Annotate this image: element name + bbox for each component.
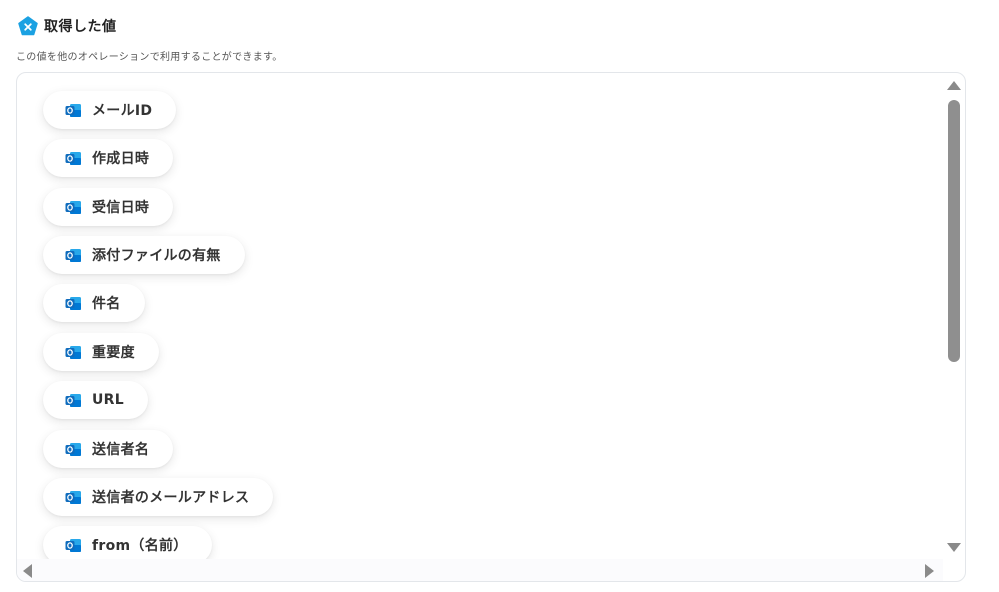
chip-label: 添付ファイルの有無 (92, 248, 221, 264)
output-chip-subject[interactable]: 件名 (43, 284, 145, 322)
outlook-icon (65, 490, 81, 504)
outlook-icon (65, 345, 81, 359)
output-header: 取得した値 (18, 14, 117, 38)
output-chip-mail-id[interactable]: メールID (43, 91, 177, 129)
vertical-scroll-thumb[interactable] (948, 100, 960, 362)
outlook-icon (65, 393, 81, 407)
outlook-icon (65, 151, 81, 165)
chip-label: 作成日時 (92, 151, 150, 167)
section-description: この値を他のオペレーションで利用することができます。 (16, 52, 283, 63)
output-chip-from-name[interactable]: from（名前） (43, 526, 212, 561)
output-chip-sender-name[interactable]: 送信者名 (43, 430, 174, 468)
scroll-right-arrow-icon[interactable] (925, 564, 934, 578)
chip-label: 件名 (92, 296, 121, 312)
section-title: 取得した値 (44, 19, 117, 35)
horizontal-scrollbar[interactable] (17, 559, 943, 581)
chip-label: from（名前） (92, 538, 188, 554)
outlook-icon (65, 103, 81, 117)
chip-label: URL (92, 392, 124, 408)
output-chip-created-at[interactable]: 作成日時 (43, 139, 174, 177)
output-chip-importance[interactable]: 重要度 (43, 333, 159, 371)
scroll-left-arrow-icon[interactable] (23, 564, 32, 578)
output-values-panel: メールID 作成日時 受信日時 添付ファイルの有無 件名 重要度 URL 送信者… (16, 72, 966, 582)
chip-label: 受信日時 (92, 200, 150, 216)
outlook-icon (65, 442, 81, 456)
outlook-icon (65, 296, 81, 310)
output-chip-sender-email[interactable]: 送信者のメールアドレス (43, 478, 274, 516)
chip-label: メールID (92, 103, 153, 119)
scroll-up-arrow-icon[interactable] (947, 81, 961, 90)
chip-label: 送信者のメールアドレス (92, 490, 250, 506)
vertical-scrollbar[interactable] (943, 73, 965, 561)
output-values-list[interactable]: メールID 作成日時 受信日時 添付ファイルの有無 件名 重要度 URL 送信者… (17, 73, 943, 561)
outlook-icon (65, 538, 81, 552)
scroll-down-arrow-icon[interactable] (947, 543, 961, 552)
chip-label: 送信者名 (92, 442, 150, 458)
yoom-pentagon-icon (18, 16, 38, 36)
chip-label: 重要度 (92, 345, 135, 361)
output-chip-has-attachments[interactable]: 添付ファイルの有無 (43, 236, 245, 274)
outlook-icon (65, 248, 81, 262)
output-chip-received-at[interactable]: 受信日時 (43, 188, 174, 226)
outlook-icon (65, 200, 81, 214)
output-chip-url[interactable]: URL (43, 381, 148, 419)
